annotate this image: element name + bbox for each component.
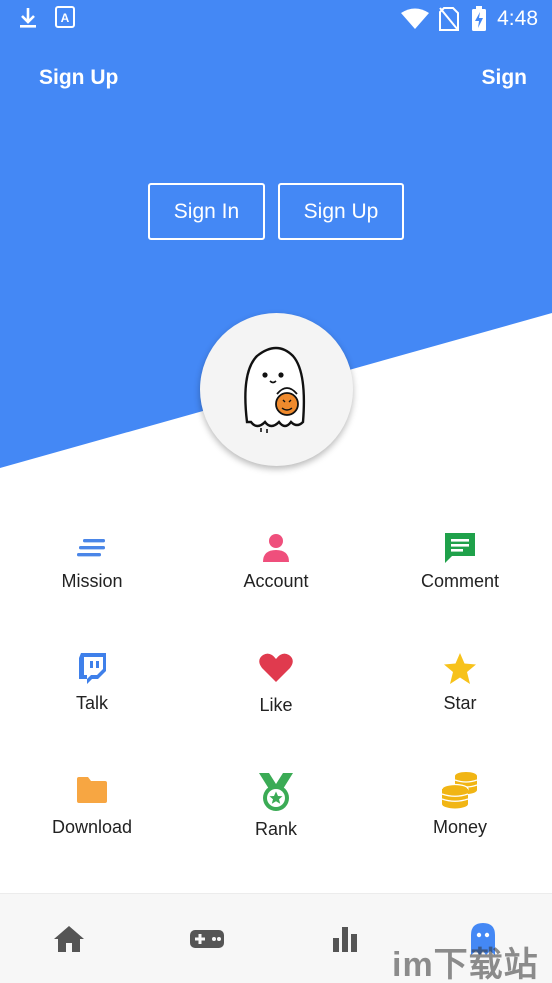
wifi-icon bbox=[401, 8, 429, 29]
font-app-icon: A bbox=[55, 6, 75, 28]
grid-item-talk[interactable]: Talk bbox=[0, 648, 184, 738]
grid-label: Comment bbox=[420, 571, 500, 591]
list-lines-icon bbox=[77, 539, 105, 557]
grid-label: Rank bbox=[254, 819, 298, 839]
status-bar: A 4:48 bbox=[0, 0, 552, 38]
sign-up-button[interactable]: Sign Up bbox=[278, 183, 404, 240]
grid-label: Download bbox=[51, 817, 133, 837]
heart-icon bbox=[259, 653, 293, 682]
comment-icon bbox=[445, 533, 475, 563]
watermark-text: im下载站 bbox=[392, 946, 539, 983]
twitch-icon bbox=[79, 653, 106, 684]
ghost-pumpkin-icon bbox=[243, 346, 305, 433]
avatar[interactable] bbox=[200, 313, 353, 466]
home-icon bbox=[54, 926, 84, 952]
grid-label: Talk bbox=[75, 693, 108, 713]
grid-label: Money bbox=[432, 817, 488, 837]
grid-item-comment[interactable]: Comment bbox=[368, 528, 552, 618]
medal-icon bbox=[259, 773, 293, 811]
svg-text:A: A bbox=[61, 11, 70, 25]
coins-icon bbox=[441, 772, 478, 809]
grid-label: Mission bbox=[61, 571, 123, 591]
gamepad-icon bbox=[190, 930, 224, 948]
no-sim-icon bbox=[439, 7, 459, 31]
signup-link[interactable]: Sign Up bbox=[39, 66, 118, 90]
battery-charging-icon bbox=[472, 6, 486, 31]
bar-chart-icon bbox=[333, 927, 357, 952]
nav-games[interactable] bbox=[138, 894, 276, 983]
download-icon bbox=[20, 8, 36, 28]
grid-label: Like bbox=[259, 695, 293, 715]
status-time: 4:48 bbox=[497, 7, 538, 30]
grid-item-rank[interactable]: Rank bbox=[184, 770, 368, 860]
grid-label: Account bbox=[243, 571, 309, 591]
grid-item-like[interactable]: Like bbox=[184, 648, 368, 738]
grid-item-download[interactable]: Download bbox=[0, 770, 184, 860]
folder-icon bbox=[77, 777, 107, 803]
sign-link[interactable]: Sign bbox=[482, 66, 528, 90]
grid-item-money[interactable]: Money bbox=[368, 770, 552, 860]
nav-home[interactable] bbox=[0, 894, 138, 983]
sign-in-button[interactable]: Sign In bbox=[148, 183, 265, 240]
grid-label: Star bbox=[443, 693, 477, 713]
person-icon bbox=[263, 534, 289, 562]
grid-item-mission[interactable]: Mission bbox=[0, 528, 184, 618]
star-icon bbox=[444, 652, 476, 684]
grid-item-account[interactable]: Account bbox=[184, 528, 368, 618]
grid-item-star[interactable]: Star bbox=[368, 648, 552, 738]
